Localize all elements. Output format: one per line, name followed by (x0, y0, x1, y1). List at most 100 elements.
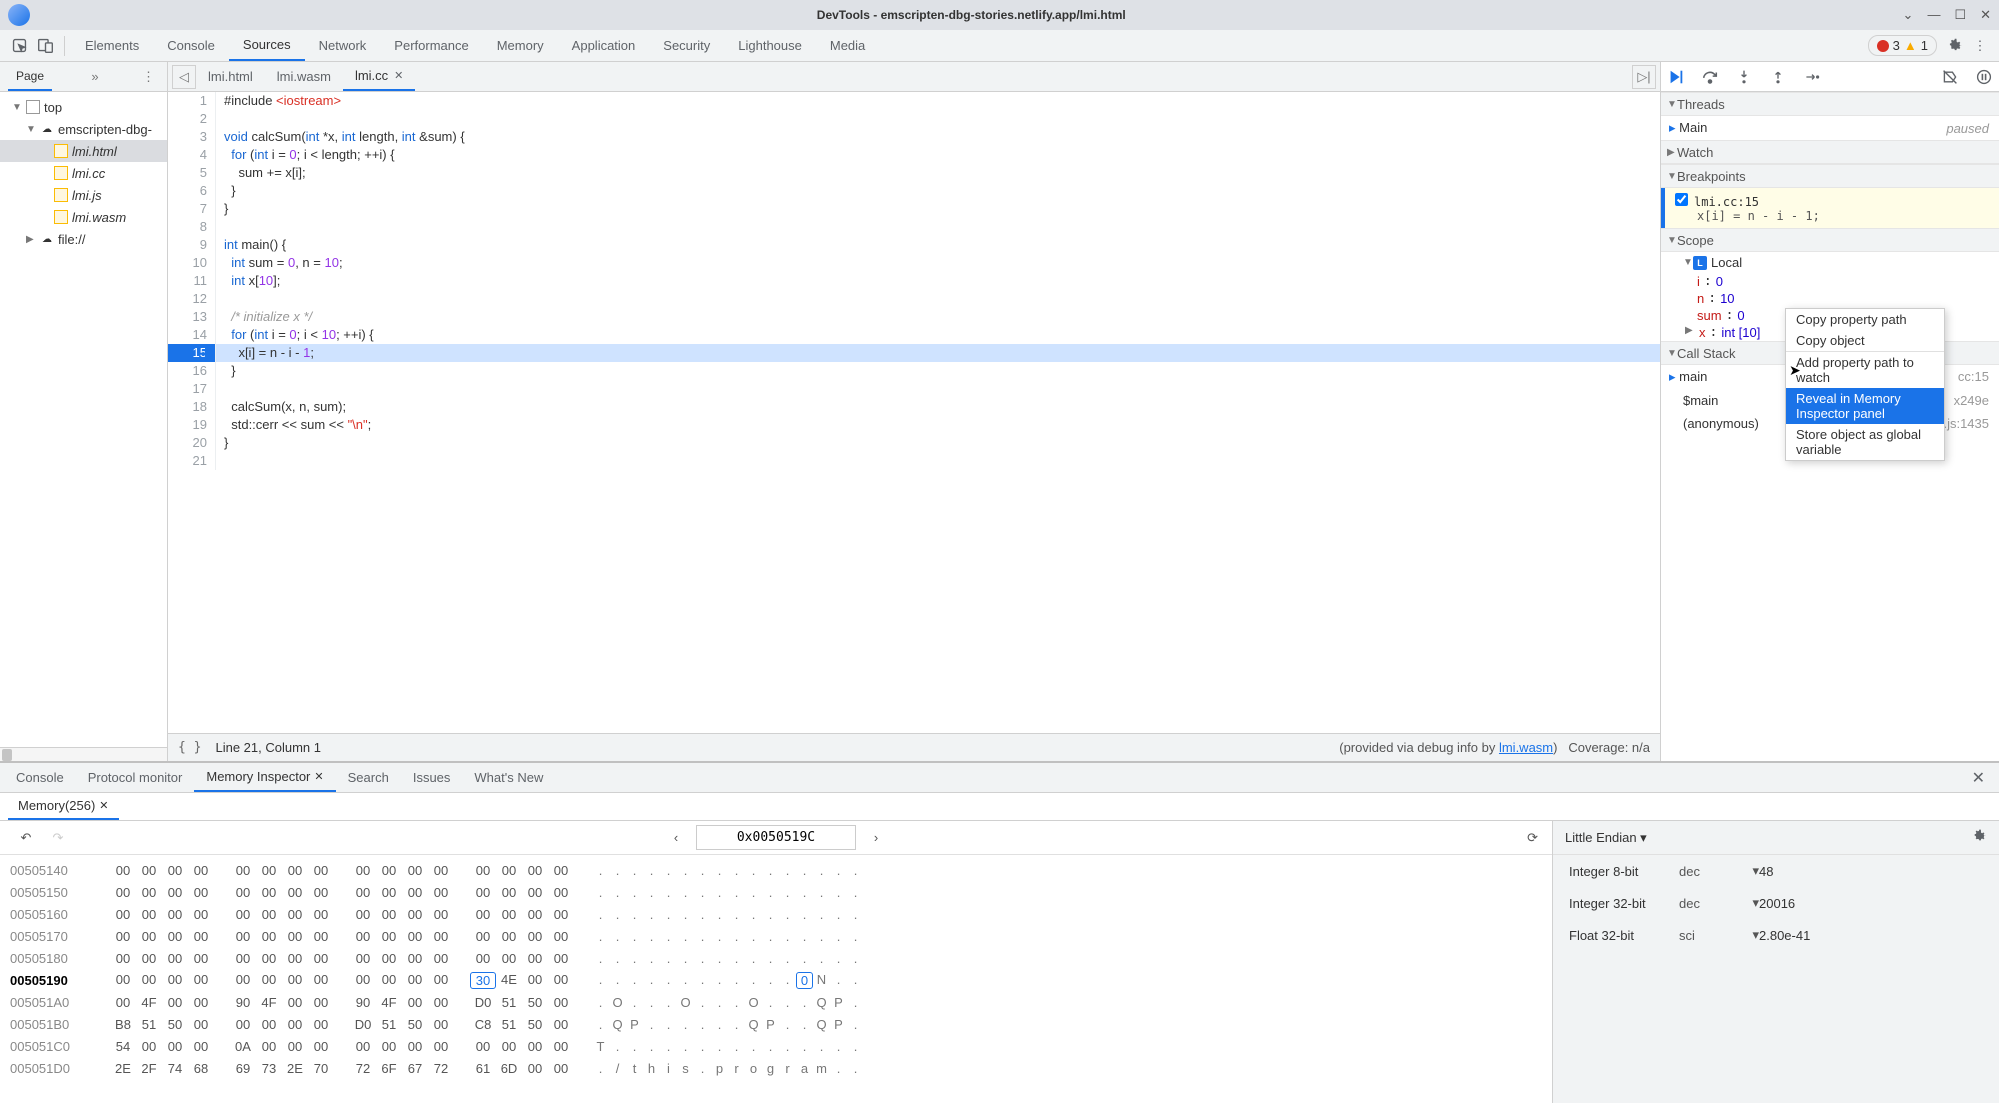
code-line[interactable]: 15 x[i] = n - i - 1; (168, 344, 1660, 362)
drawer-tab[interactable]: What's New (462, 763, 555, 792)
step-icon[interactable] (1803, 68, 1821, 86)
threads-section-header[interactable]: ▼Threads (1661, 92, 1999, 116)
editor-tab[interactable]: lmi.wasm (265, 62, 343, 91)
minimize-icon[interactable]: ― (1927, 7, 1940, 23)
memory-row[interactable]: 005051B0B851500000000000D0515000C8515000… (10, 1013, 1542, 1035)
source-map-link[interactable]: lmi.wasm (1499, 740, 1553, 755)
code-line[interactable]: 20} (168, 434, 1660, 452)
code-line[interactable]: 8 (168, 218, 1660, 236)
more-icon[interactable]: ⋮ (1967, 33, 1993, 59)
code-line[interactable]: 10 int sum = 0, n = 10; (168, 254, 1660, 272)
tree-top[interactable]: ▼top (0, 96, 167, 118)
navigator-menu-icon[interactable]: ⋮ (138, 67, 159, 87)
code-line[interactable]: 19 std::cerr << sum << "\n"; (168, 416, 1660, 434)
code-line[interactable]: 21 (168, 452, 1660, 470)
code-line[interactable]: 18 calcSum(x, n, sum); (168, 398, 1660, 416)
tree-domain[interactable]: ▼emscripten-dbg- (0, 118, 167, 140)
scope-variable[interactable]: n: 10 (1661, 290, 1999, 307)
tab-performance[interactable]: Performance (380, 30, 482, 61)
memory-row[interactable]: 005051C0540000000A0000000000000000000000… (10, 1035, 1542, 1057)
code-line[interactable]: 9int main() { (168, 236, 1660, 254)
scope-local[interactable]: ▼LLocal (1661, 252, 1999, 273)
code-line[interactable]: 6 } (168, 182, 1660, 200)
refresh-icon[interactable]: ⟳ (1527, 830, 1538, 846)
code-line[interactable]: 4 for (int i = 0; i < length; ++i) { (168, 146, 1660, 164)
drawer-tab[interactable]: Protocol monitor (76, 763, 195, 792)
history-back-icon[interactable]: ↶ (14, 826, 38, 850)
tree-file[interactable]: lmi.cc (0, 162, 167, 184)
close-icon[interactable]: ✕ (314, 770, 323, 783)
code-line[interactable]: 13 /* initialize x */ (168, 308, 1660, 326)
code-line[interactable]: 7} (168, 200, 1660, 218)
tree-file[interactable]: lmi.html (0, 140, 167, 162)
tree-file[interactable]: lmi.wasm (0, 206, 167, 228)
code-line[interactable]: 16 } (168, 362, 1660, 380)
editor-run-snippet-icon[interactable]: ▷| (1632, 65, 1656, 89)
format-select[interactable]: sci ▾ (1679, 927, 1759, 943)
tab-application[interactable]: Application (558, 30, 650, 61)
code-line[interactable]: 5 sum += x[i]; (168, 164, 1660, 182)
tab-security[interactable]: Security (649, 30, 724, 61)
watch-section-header[interactable]: ▶Watch (1661, 140, 1999, 164)
format-select[interactable]: dec ▾ (1679, 863, 1759, 879)
tab-console[interactable]: Console (153, 30, 229, 61)
editor-tab[interactable]: lmi.cc✕ (343, 62, 415, 91)
code-editor[interactable]: 1#include <iostream>23void calcSum(int *… (168, 92, 1660, 733)
drawer-tab[interactable]: Console (4, 763, 76, 792)
inspect-icon[interactable] (6, 33, 32, 59)
memory-row[interactable]: 0050517000000000000000000000000000000000… (10, 925, 1542, 947)
page-tab[interactable]: Page (8, 62, 52, 91)
drawer-close-icon[interactable]: ✕ (1962, 768, 1995, 788)
tab-media[interactable]: Media (816, 30, 879, 61)
memory-row[interactable]: 0050514000000000000000000000000000000000… (10, 859, 1542, 881)
tab-elements[interactable]: Elements (71, 30, 153, 61)
memory-row[interactable]: 0050515000000000000000000000000000000000… (10, 881, 1542, 903)
code-line[interactable]: 12 (168, 290, 1660, 308)
navigator-more-icon[interactable]: » (87, 67, 102, 86)
tab-sources[interactable]: Sources (229, 30, 305, 61)
resume-icon[interactable] (1667, 68, 1685, 86)
error-warning-badge[interactable]: 3 ▲ 1 (1868, 35, 1937, 56)
editor-tab[interactable]: lmi.html (196, 62, 265, 91)
navigator-scrollbar[interactable] (0, 747, 167, 761)
memory-row[interactable]: 005051A0004F0000904F0000904F0000D0515000… (10, 991, 1542, 1013)
context-menu-item[interactable]: Reveal in Memory Inspector panel (1786, 388, 1944, 424)
format-select[interactable]: dec ▾ (1679, 895, 1759, 911)
device-toggle-icon[interactable] (32, 33, 58, 59)
prev-page-icon[interactable]: ‹ (664, 826, 688, 850)
pause-on-exceptions-icon[interactable] (1975, 68, 1993, 86)
close-icon[interactable]: ✕ (394, 69, 403, 82)
tab-lighthouse[interactable]: Lighthouse (724, 30, 816, 61)
close-icon[interactable]: ✕ (1980, 7, 1991, 23)
context-menu-item[interactable]: Add property path to watch (1786, 352, 1944, 388)
breakpoint-item[interactable]: lmi.cc:15 x[i] = n - i - 1; (1661, 188, 1999, 228)
thread-row[interactable]: Mainpaused (1661, 116, 1999, 140)
tab-memory[interactable]: Memory (483, 30, 558, 61)
breakpoints-section-header[interactable]: ▼Breakpoints (1661, 164, 1999, 188)
context-menu-item[interactable]: Copy property path (1786, 309, 1944, 330)
scope-variable[interactable]: i: 0 (1661, 273, 1999, 290)
drawer-tab[interactable]: Search (336, 763, 401, 792)
next-page-icon[interactable]: › (864, 826, 888, 850)
deactivate-breakpoints-icon[interactable] (1941, 68, 1959, 86)
tab-network[interactable]: Network (305, 30, 381, 61)
code-line[interactable]: 14 for (int i = 0; i < 10; ++i) { (168, 326, 1660, 344)
pretty-print-icon[interactable]: { } (178, 740, 201, 755)
scope-section-header[interactable]: ▼Scope (1661, 228, 1999, 252)
step-out-icon[interactable] (1769, 68, 1787, 86)
code-line[interactable]: 2 (168, 110, 1660, 128)
tree-file-proto[interactable]: ▶file:// (0, 228, 167, 250)
close-icon[interactable]: ✕ (99, 799, 108, 812)
memory-row[interactable]: 0050516000000000000000000000000000000000… (10, 903, 1542, 925)
memory-hex-table[interactable]: 0050514000000000000000000000000000000000… (0, 855, 1552, 1103)
step-into-icon[interactable] (1735, 68, 1753, 86)
code-line[interactable]: 3void calcSum(int *x, int length, int &s… (168, 128, 1660, 146)
breakpoint-checkbox[interactable] (1675, 193, 1688, 206)
tree-file[interactable]: lmi.js (0, 184, 167, 206)
memory-address-input[interactable] (696, 825, 856, 850)
endianness-select[interactable]: Little Endian ▾ (1565, 830, 1647, 846)
caret-down-icon[interactable]: ⌄ (1903, 7, 1914, 23)
editor-nav-back-icon[interactable]: ◁ (172, 65, 196, 89)
memory-settings-icon[interactable] (1971, 828, 1987, 847)
code-line[interactable]: 11 int x[10]; (168, 272, 1660, 290)
